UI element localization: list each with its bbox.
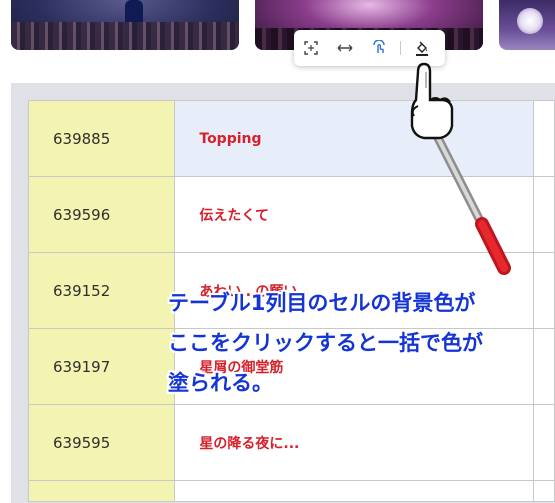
expand-icon — [304, 41, 318, 55]
instruction-annotation: テーブル1列目のセルの背景色が ここをクリックすると一括で色が 塗られる。 — [168, 283, 555, 403]
touch-select-icon — [373, 40, 385, 53]
toolbar-divider — [400, 41, 401, 55]
extra-cell[interactable] — [533, 404, 555, 481]
id-cell[interactable]: 639885 — [27, 100, 176, 177]
id-cell[interactable]: 639152 — [27, 252, 176, 329]
title-cell[interactable] — [174, 480, 535, 502]
annotation-line-3: 塗られる。 — [168, 371, 273, 395]
audience-image — [11, 22, 239, 50]
id-cell[interactable] — [27, 480, 176, 502]
expand-button[interactable] — [294, 30, 328, 66]
table-row[interactable] — [27, 480, 555, 502]
id-cell[interactable]: 639595 — [27, 404, 176, 481]
photo-thumbnail-1[interactable] — [11, 0, 239, 50]
extra-cell[interactable] — [533, 100, 555, 177]
annotation-line-2: ここをクリックすると一括で色が — [168, 331, 483, 355]
fill-color-icon — [416, 41, 428, 56]
flower-image — [517, 8, 543, 34]
pointing-hand-illustration — [410, 62, 511, 275]
photo-thumbnail-3[interactable] — [499, 0, 555, 50]
extra-cell[interactable] — [533, 176, 555, 253]
table-row[interactable]: 639595 星の降る夜に... — [27, 404, 555, 481]
touch-select-button[interactable] — [362, 30, 396, 66]
id-cell[interactable]: 639197 — [27, 328, 176, 405]
extra-cell[interactable] — [533, 480, 555, 502]
title-cell[interactable]: 星の降る夜に... — [174, 404, 535, 481]
fit-width-button[interactable] — [328, 30, 362, 66]
annotation-line-1: テーブル1列目のセルの背景色が — [168, 291, 476, 315]
id-cell[interactable]: 639596 — [27, 176, 176, 253]
fit-width-icon — [337, 44, 353, 52]
